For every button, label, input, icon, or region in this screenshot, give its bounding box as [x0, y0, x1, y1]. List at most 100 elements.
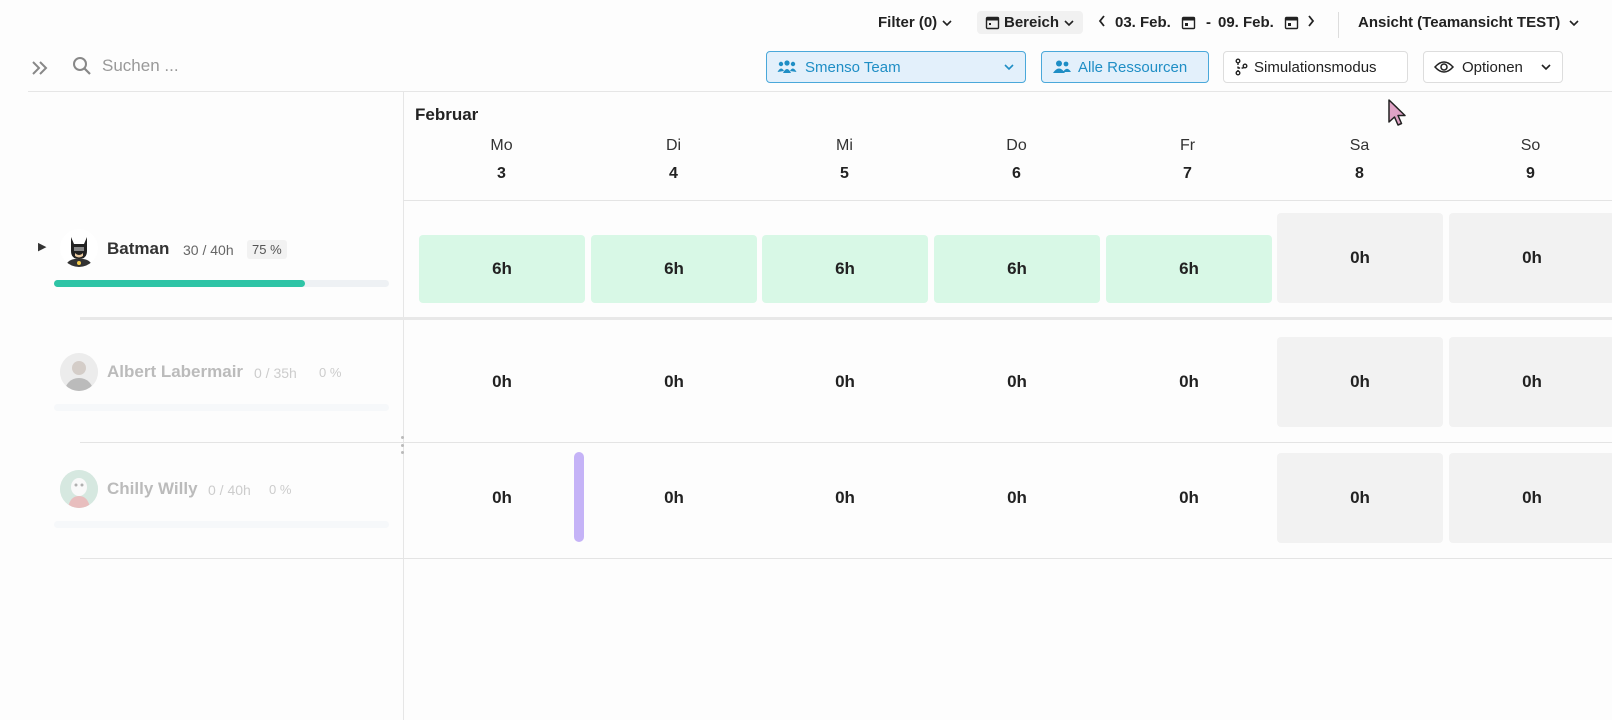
- day-name: Fr: [1179, 137, 1196, 154]
- chevron-right-icon: [1308, 15, 1315, 27]
- day-header-do: Do 6: [931, 137, 1102, 183]
- day-cell-weekend[interactable]: 0h: [1277, 453, 1443, 543]
- view-selector[interactable]: Ansicht (Teamansicht TEST): [1358, 14, 1580, 31]
- day-header-di: Di 4: [588, 137, 759, 183]
- resource-hours: 0 / 40h: [208, 482, 251, 498]
- day-cell[interactable]: 0h: [934, 453, 1100, 543]
- topbar-separator: [1338, 12, 1339, 38]
- chevron-down-icon: [1569, 19, 1579, 26]
- day-date: 5: [840, 165, 849, 182]
- toolbar: Smenso Team Alle Ressourcen Simulationsm…: [0, 48, 1612, 92]
- resource-name[interactable]: Batman: [107, 239, 169, 259]
- avatar: [60, 229, 98, 267]
- mouse-cursor-icon: [1387, 98, 1409, 133]
- day-cell-weekend[interactable]: 0h: [1277, 213, 1443, 303]
- row-divider: [80, 317, 1612, 320]
- day-date: 3: [497, 165, 506, 182]
- drag-handle[interactable]: [574, 452, 584, 542]
- expand-row-icon[interactable]: ▶: [38, 240, 46, 253]
- date-from-label: 03. Feb.: [1115, 14, 1171, 31]
- day-name: So: [1520, 137, 1541, 154]
- day-cell[interactable]: 6h: [591, 235, 757, 303]
- day-header-fr: Fr 7: [1102, 137, 1273, 183]
- day-name: Mo: [490, 137, 513, 154]
- day-cell[interactable]: 0h: [1106, 453, 1272, 543]
- date-to-label: 09. Feb.: [1218, 14, 1274, 31]
- day-name: Di: [665, 137, 682, 154]
- search-input[interactable]: [102, 56, 302, 76]
- day-date: 7: [1183, 165, 1192, 182]
- avatar: [60, 470, 98, 508]
- team-icon: [777, 60, 797, 73]
- day-cell[interactable]: 0h: [591, 337, 757, 427]
- chevron-down-icon: [942, 19, 952, 26]
- day-cell[interactable]: 0h: [762, 453, 928, 543]
- day-header-sa: Sa 8: [1274, 137, 1445, 183]
- simulation-mode-button[interactable]: Simulationsmodus: [1223, 51, 1408, 83]
- view-suffix: ): [1555, 14, 1561, 31]
- header-divider: [403, 200, 1612, 201]
- day-cell[interactable]: 0h: [762, 337, 928, 427]
- resource-percent: 0 %: [319, 365, 342, 380]
- next-week-button[interactable]: [1306, 14, 1316, 28]
- day-date: 9: [1526, 165, 1535, 182]
- users-icon: [1053, 60, 1071, 73]
- utilization-fill: [54, 280, 306, 287]
- day-cell[interactable]: 6h: [934, 235, 1100, 303]
- utilization-bar: [54, 404, 389, 411]
- month-label: Februar: [415, 105, 479, 124]
- options-label: Optionen: [1462, 58, 1523, 76]
- row-divider: [80, 558, 1612, 559]
- prev-week-button[interactable]: [1097, 14, 1107, 28]
- date-to[interactable]: 09. Feb.: [1218, 14, 1299, 31]
- day-date: 6: [1012, 165, 1021, 182]
- range-label: Bereich: [1004, 14, 1060, 31]
- chevron-left-icon: [1098, 15, 1105, 27]
- day-cell[interactable]: 6h: [419, 235, 585, 303]
- branch-icon: [1235, 58, 1248, 76]
- view-prefix: Ansicht (: [1358, 14, 1423, 31]
- day-cell[interactable]: 0h: [419, 337, 585, 427]
- resource-percent: 75 %: [247, 240, 287, 259]
- date-separator: -: [1206, 14, 1211, 31]
- resource-name[interactable]: Chilly Willy: [107, 479, 198, 499]
- day-cell[interactable]: 0h: [591, 453, 757, 543]
- day-header-mo: Mo 3: [416, 137, 587, 183]
- eye-icon: [1434, 61, 1454, 73]
- day-cell[interactable]: 0h: [1106, 337, 1272, 427]
- calendar-icon: [1284, 16, 1299, 30]
- row-divider: [80, 442, 1612, 443]
- date-separator-label: -: [1206, 14, 1211, 31]
- search-box: [72, 56, 302, 76]
- day-cell-weekend[interactable]: 0h: [1449, 453, 1612, 543]
- filter-button[interactable]: Filter (0): [878, 14, 953, 31]
- utilization-bar: [54, 521, 389, 528]
- range-button[interactable]: Bereich: [977, 11, 1084, 34]
- day-cell-weekend[interactable]: 0h: [1449, 213, 1612, 303]
- day-name: Sa: [1349, 137, 1370, 154]
- options-button[interactable]: Optionen: [1423, 51, 1563, 83]
- chevron-down-icon: [1064, 19, 1074, 26]
- day-cell-weekend[interactable]: 0h: [1277, 337, 1443, 427]
- date-from[interactable]: 03. Feb.: [1115, 14, 1196, 31]
- day-cell[interactable]: 0h: [934, 337, 1100, 427]
- top-bar: Filter (0) Bereich 03. Feb. - 09. Feb. A…: [0, 0, 1612, 48]
- expand-sidebar-icon[interactable]: [30, 58, 50, 83]
- team-select[interactable]: Smenso Team: [766, 51, 1026, 83]
- all-resources-button[interactable]: Alle Ressourcen: [1041, 51, 1209, 83]
- calendar-icon: [1181, 16, 1196, 30]
- day-name: Do: [1006, 137, 1027, 154]
- all-resources-label: Alle Ressourcen: [1078, 58, 1188, 76]
- filter-label: Filter (0): [878, 14, 938, 31]
- column-resize-handle[interactable]: [399, 436, 405, 454]
- resource-hours: 30 / 40h: [183, 242, 234, 258]
- day-cell-weekend[interactable]: 0h: [1449, 337, 1612, 427]
- day-cell[interactable]: 6h: [762, 235, 928, 303]
- team-select-value: Smenso Team: [805, 58, 901, 76]
- day-date: 4: [669, 165, 678, 182]
- resource-hours: 0 / 35h: [254, 365, 297, 381]
- day-cell[interactable]: 0h: [419, 453, 585, 543]
- day-cell[interactable]: 6h: [1106, 235, 1272, 303]
- resource-name[interactable]: Albert Labermair: [107, 362, 243, 382]
- calendar-icon: [985, 16, 1000, 30]
